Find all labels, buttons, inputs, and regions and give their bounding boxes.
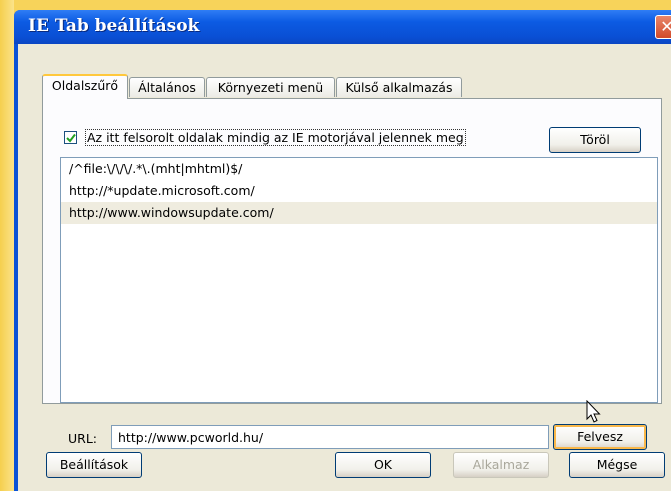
close-icon: ✕ — [660, 17, 671, 36]
tab-label: Környezeti menü — [217, 80, 324, 95]
settings-button[interactable]: Beállítások — [46, 452, 142, 478]
list-item[interactable]: http://*update.microsoft.com/ — [61, 180, 657, 202]
dialog-window: IE Tab beállítások ✕ Oldalszűrő Általáno… — [14, 10, 671, 491]
ok-button[interactable]: OK — [335, 452, 431, 478]
ie-engine-checkbox[interactable] — [64, 131, 77, 144]
ie-engine-checkbox-label[interactable]: Az itt felsorolt oldalak mindig az IE mo… — [85, 129, 466, 146]
url-label: URL: — [68, 431, 98, 446]
delete-button[interactable]: Töröl — [549, 127, 641, 153]
apply-button[interactable]: Alkalmaz — [453, 452, 549, 478]
window-title: IE Tab beállítások — [28, 16, 200, 36]
check-icon — [66, 133, 76, 143]
list-item[interactable]: /^file:\/\/\/.*\.(mht|mhtml)$/ — [61, 158, 657, 180]
site-filter-list[interactable]: /^file:\/\/\/.*\.(mht|mhtml)$/ http://*u… — [60, 157, 658, 403]
add-button[interactable]: Felvesz — [553, 424, 647, 450]
settings-button-label: Beállítások — [59, 457, 129, 472]
ok-button-label: OK — [373, 457, 393, 472]
background-frame — [0, 0, 14, 491]
tab-label: Általános — [138, 80, 196, 95]
cancel-button[interactable]: Mégse — [569, 452, 665, 478]
list-item[interactable]: http://www.windowsupdate.com/ — [61, 202, 657, 224]
url-input[interactable] — [111, 425, 549, 449]
apply-button-label: Alkalmaz — [472, 457, 530, 472]
tab-kornyezeti-menu[interactable]: Környezeti menü — [206, 77, 335, 97]
tab-label: Külső alkalmazás — [345, 80, 453, 95]
titlebar[interactable]: IE Tab beállítások ✕ — [14, 10, 671, 44]
mouse-pointer-icon — [586, 400, 601, 423]
tab-label: Oldalszűrő — [51, 78, 119, 93]
close-button[interactable]: ✕ — [655, 15, 671, 39]
add-button-label: Felvesz — [577, 429, 623, 444]
cancel-button-label: Mégse — [596, 457, 638, 472]
tab-oldalszuro[interactable]: Oldalszűrő — [42, 74, 128, 99]
dialog-client: Oldalszűrő Általános Környezeti menü Kül… — [18, 44, 671, 491]
tab-altalanos[interactable]: Általános — [129, 77, 205, 97]
tab-kulso-alkalmazas[interactable]: Külső alkalmazás — [336, 77, 462, 97]
delete-button-label: Töröl — [580, 132, 610, 147]
